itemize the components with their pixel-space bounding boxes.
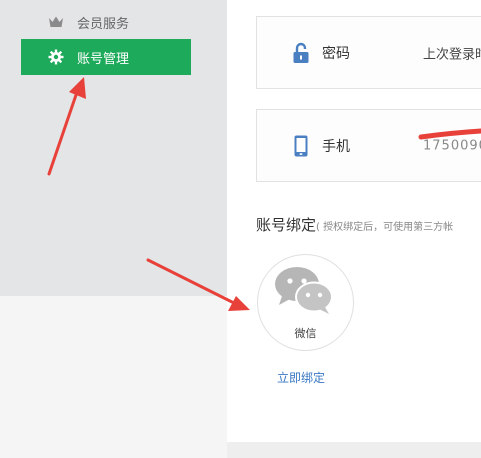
wechat-bind-tile[interactable]: 微信 (257, 254, 354, 351)
wechat-icon (275, 267, 333, 314)
sidebar-item-account-management[interactable]: 账号管理 (21, 39, 191, 75)
unlock-icon (293, 42, 309, 63)
password-title: 密码 (322, 45, 350, 62)
footer-strip (227, 442, 481, 458)
account-settings-page: 会员服务 账号管理 密码 上次登录 手机 175009 账号绑定(授权绑定后，… (0, 0, 481, 458)
sidebar: 会员服务 账号管理 (0, 0, 227, 296)
phone-card[interactable]: 手机 1750090 (256, 109, 481, 182)
bind-now-link[interactable]: 立即绑定 (277, 369, 325, 386)
phone-number: 1750090 (423, 138, 481, 153)
sidebar-item-label: 账号管理 (77, 51, 130, 67)
binding-note: ( 授权绑定后，可使用第三方帐 (316, 222, 454, 233)
main-panel: 密码 上次登录时 手机 1750090 账号绑定( 授权绑定后，可使用第三方帐 (227, 0, 481, 442)
phone-title: 手机 (322, 138, 350, 155)
sidebar-item-label: 会员服务 (77, 16, 130, 32)
mobile-phone-icon (294, 135, 308, 156)
crown-icon (49, 16, 63, 27)
binding-heading-text: 账号绑定 (256, 216, 317, 234)
gear-icon (48, 49, 64, 65)
password-card[interactable]: 密码 上次登录时 (256, 16, 481, 89)
wechat-label: 微信 (294, 327, 317, 340)
account-binding-heading: 账号绑定( 授权绑定后，可使用第三方帐 (256, 214, 453, 235)
password-last-login: 上次登录时 (423, 47, 481, 62)
sidebar-item-vip-service[interactable]: 会员服务 (21, 4, 191, 40)
